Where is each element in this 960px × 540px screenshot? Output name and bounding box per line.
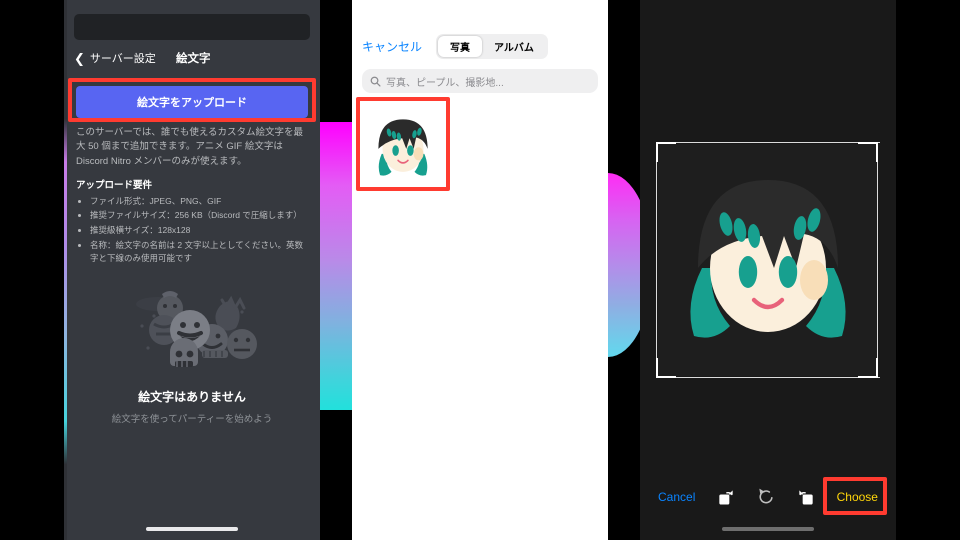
crop-handle-top-left[interactable]: [656, 142, 676, 162]
crop-handle-bottom-right[interactable]: [858, 358, 878, 378]
avatar-illustration-large: [658, 144, 878, 376]
crop-cancel-button[interactable]: Cancel: [658, 490, 695, 504]
rotate-left-icon[interactable]: [796, 487, 816, 507]
crop-edge-right: [877, 142, 878, 378]
upload-requirements-list: ファイル形式：JPEG、PNG、GIF 推奨ファイルサイズ：256 KB（Dis…: [76, 195, 308, 266]
rotate-right-icon[interactable]: [716, 487, 736, 507]
page-title: 絵文字: [176, 53, 211, 65]
server-search-field[interactable]: [74, 14, 310, 40]
emoji-description-text: このサーバーでは、誰でも使えるカスタム絵文字を最大 50 個まで追加できます。ア…: [76, 127, 304, 167]
avatar-illustration: [362, 103, 444, 185]
back-button[interactable]: ❮ サーバー設定: [74, 50, 156, 66]
photo-grid-cell[interactable]: [356, 97, 450, 191]
status-bar: [64, 0, 320, 10]
picker-segmented-control[interactable]: 写真 アルバム: [436, 34, 548, 59]
requirement-item: 推奨級横サイズ：128x128: [90, 224, 308, 238]
discord-emoji-settings-screen: ❮ サーバー設定 絵文字 絵文字をアップロード このサーバーでは、誰でも使えるカ…: [64, 0, 320, 540]
picker-search-bar[interactable]: 写真、ピープル、撮影地...: [362, 69, 598, 93]
empty-state-subtitle: 絵文字を使ってパーティーを始めよう: [111, 413, 273, 425]
crop-edge-bottom: [656, 377, 880, 378]
search-icon: [370, 76, 381, 87]
back-button-label: サーバー設定: [89, 53, 156, 65]
crop-edge-top: [656, 142, 880, 143]
tab-photos[interactable]: 写真: [438, 36, 483, 57]
picker-header: キャンセル 写真 アルバム: [352, 0, 608, 59]
crop-stage[interactable]: [650, 140, 886, 380]
emoji-crowd-illustration: [136, 290, 257, 367]
nav-bar: ❮ サーバー設定 絵文字: [64, 40, 320, 76]
picker-cancel-button[interactable]: キャンセル: [362, 38, 422, 55]
crop-toolbar: Cancel Choose: [640, 477, 896, 515]
picker-search-placeholder: 写真、ピープル、撮影地...: [386, 77, 504, 89]
crop-edge-left: [656, 142, 657, 378]
requirement-item: 名称：絵文字の名前は 2 文字以上としてください。英数字と下線のみ使用可能です: [90, 239, 308, 266]
choose-button[interactable]: Choose: [837, 490, 878, 504]
reset-rotation-icon[interactable]: [756, 487, 776, 507]
crop-image[interactable]: [658, 144, 878, 376]
ios-crop-screen: Cancel Choose: [640, 0, 896, 540]
upload-button-container: 絵文字をアップロード: [68, 76, 316, 124]
upload-requirements-heading: アップロード要件: [76, 179, 153, 191]
empty-state-title: 絵文字はありません: [138, 389, 246, 404]
chevron-left-icon: ❮: [74, 50, 85, 66]
choose-button-container: Choose: [822, 477, 887, 515]
tab-albums[interactable]: アルバム: [482, 36, 546, 57]
decorative-gradient-strip: [320, 122, 352, 410]
empty-state-illustration: [102, 282, 282, 378]
home-indicator: [722, 527, 814, 531]
emoji-settings-body: 絵文字をアップロード このサーバーでは、誰でも使えるカスタム絵文字を最大 50 …: [64, 76, 320, 425]
empty-state: 絵文字はありません 絵文字を使ってパーティーを始めよう: [76, 282, 308, 425]
crop-handle-bottom-left[interactable]: [656, 358, 676, 378]
requirement-item: ファイル形式：JPEG、PNG、GIF: [90, 195, 308, 209]
photo-grid: [352, 97, 608, 191]
crop-handle-top-right[interactable]: [858, 142, 878, 162]
panel-edge-accent: [64, 0, 67, 540]
home-indicator: [146, 527, 238, 531]
upload-emoji-button[interactable]: 絵文字をアップロード: [76, 86, 308, 118]
ios-photo-picker-screen: キャンセル 写真 アルバム 写真、ピープル、撮影地...: [352, 0, 608, 540]
requirement-item: 推奨ファイルサイズ：256 KB（Discord で圧縮します）: [90, 209, 308, 223]
photo-thumbnail-avatar[interactable]: [362, 103, 444, 185]
